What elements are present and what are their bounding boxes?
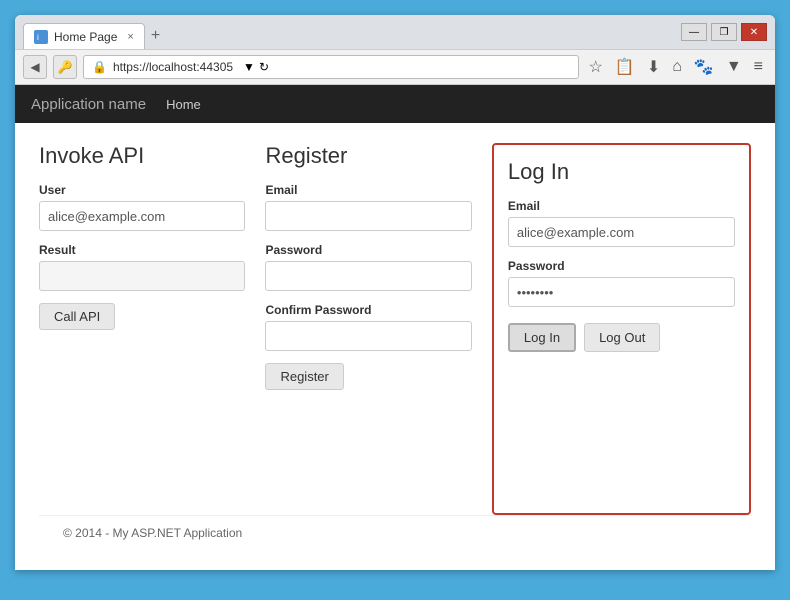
- nav-home-link[interactable]: Home: [166, 97, 201, 112]
- settings-icon[interactable]: 🐾: [690, 55, 718, 79]
- close-button[interactable]: ✕: [741, 23, 767, 41]
- register-section: Register Email Password Confirm Password…: [265, 143, 491, 515]
- toolbar-icons: ☆ 📋 ⬇ ⌂ 🐾 ▼ ≡: [585, 55, 767, 79]
- url-text: https://localhost:44305: [113, 60, 233, 74]
- browser-tab[interactable]: i Home Page ×: [23, 23, 145, 49]
- minimize-button[interactable]: —: [681, 23, 707, 41]
- back-button[interactable]: ◀: [23, 55, 47, 79]
- svg-text:i: i: [37, 33, 39, 42]
- dropdown-icon2[interactable]: ▼: [722, 56, 746, 78]
- result-label: Result: [39, 243, 245, 257]
- address-icons: ▼ ↻: [243, 60, 269, 74]
- register-password-label: Password: [265, 243, 471, 257]
- clipboard-icon[interactable]: 📋: [611, 55, 639, 79]
- lock-icon: 🔒: [92, 60, 107, 74]
- login-title: Log In: [508, 159, 735, 185]
- app-navbar: Application name Home: [15, 85, 775, 123]
- register-button[interactable]: Register: [265, 363, 343, 390]
- user-input[interactable]: [39, 201, 245, 231]
- result-input[interactable]: [39, 261, 245, 291]
- menu-icon[interactable]: ≡: [750, 56, 767, 78]
- footer-text: © 2014 - My ASP.NET Application: [63, 526, 242, 540]
- refresh-icon[interactable]: ↻: [259, 60, 269, 74]
- tab-title: Home Page: [54, 30, 117, 44]
- invoke-api-section: Invoke API User Result Call API: [39, 143, 265, 515]
- footer: © 2014 - My ASP.NET Application: [39, 515, 751, 550]
- register-confirm-input[interactable]: [265, 321, 471, 351]
- login-section: Log In Email Password Log In Log Out: [492, 143, 751, 515]
- new-tab-button[interactable]: +: [151, 27, 160, 49]
- logout-button[interactable]: Log Out: [584, 323, 660, 352]
- invoke-api-title: Invoke API: [39, 143, 245, 169]
- login-button[interactable]: Log In: [508, 323, 576, 352]
- address-bar: ◀ 🔑 🔒 https://localhost:44305 ▼ ↻ ☆ 📋 ⬇ …: [15, 49, 775, 85]
- login-email-label: Email: [508, 199, 735, 213]
- restore-button[interactable]: ❐: [711, 23, 737, 41]
- url-bar[interactable]: 🔒 https://localhost:44305 ▼ ↻: [83, 55, 579, 79]
- dropdown-icon[interactable]: ▼: [243, 60, 255, 74]
- tab-favicon: i: [34, 30, 48, 44]
- register-email-input[interactable]: [265, 201, 471, 231]
- back-icon: ◀: [30, 60, 39, 74]
- star-icon[interactable]: ☆: [585, 55, 607, 79]
- home-icon[interactable]: ⌂: [668, 56, 686, 78]
- register-password-input[interactable]: [265, 261, 471, 291]
- user-label: User: [39, 183, 245, 197]
- call-api-button[interactable]: Call API: [39, 303, 115, 330]
- sections-row: Invoke API User Result Call API Register…: [39, 143, 751, 515]
- download-icon[interactable]: ⬇: [643, 55, 664, 79]
- login-email-input[interactable]: [508, 217, 735, 247]
- key-icon: 🔑: [58, 60, 73, 74]
- tab-area: i Home Page × +: [23, 15, 681, 49]
- register-confirm-label: Confirm Password: [265, 303, 471, 317]
- main-content: Invoke API User Result Call API Register…: [15, 123, 775, 570]
- tab-close-button[interactable]: ×: [127, 31, 133, 43]
- register-email-label: Email: [265, 183, 471, 197]
- login-password-label: Password: [508, 259, 735, 273]
- title-bar: i Home Page × + — ❐ ✕: [15, 15, 775, 49]
- app-name: Application name: [31, 96, 146, 113]
- key-button[interactable]: 🔑: [53, 55, 77, 79]
- login-password-input[interactable]: [508, 277, 735, 307]
- login-btn-row: Log In Log Out: [508, 323, 735, 352]
- register-title: Register: [265, 143, 471, 169]
- window-controls: — ❐ ✕: [681, 23, 767, 41]
